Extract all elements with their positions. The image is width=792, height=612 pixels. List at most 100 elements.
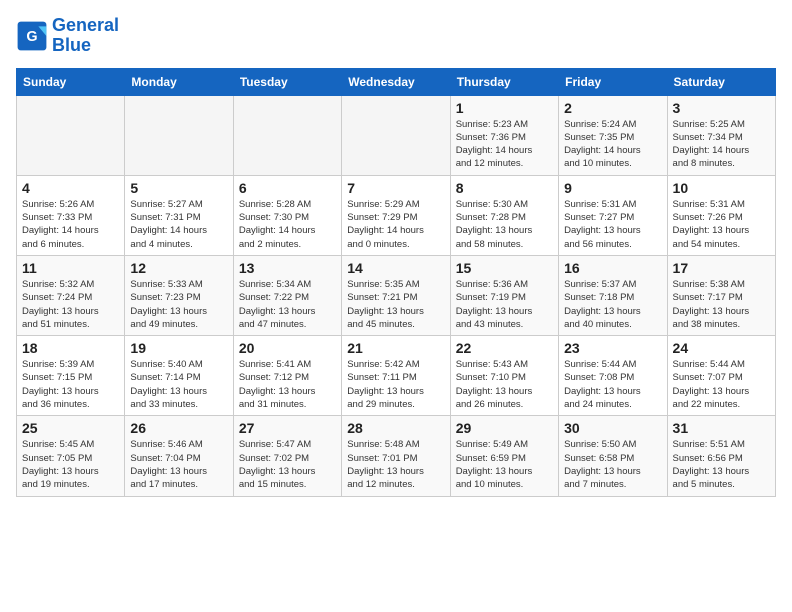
logo: G General Blue [16,16,119,56]
calendar-cell: 19 Sunrise: 5:40 AM Sunset: 7:14 PM Dayli… [125,336,233,416]
day-number: 4 [22,180,119,196]
header-sunday: Sunday [17,68,125,95]
day-number: 7 [347,180,444,196]
day-number: 20 [239,340,336,356]
calendar-cell: 18 Sunrise: 5:39 AM Sunset: 7:15 PM Dayli… [17,336,125,416]
day-number: 31 [673,420,770,436]
day-number: 30 [564,420,661,436]
header-saturday: Saturday [667,68,775,95]
day-info: Sunrise: 5:26 AM Sunset: 7:33 PM Dayligh… [22,198,119,251]
day-number: 12 [130,260,227,276]
calendar-cell: 13Sunrise: 5:34 AM Sunset: 7:22 PM Dayli… [233,255,341,335]
day-info: Sunrise: 5:46 AM Sunset: 7:04 PM Dayligh… [130,438,227,491]
day-number: 10 [673,180,770,196]
calendar-cell: 1 Sunrise: 5:23 AM Sunset: 7:36 PM Daylig… [450,95,558,175]
calendar-cell: 17 Sunrise: 5:38 AM Sunset: 7:17 PM Dayli… [667,255,775,335]
day-number: 17 [673,260,770,276]
calendar-week-row: 4 Sunrise: 5:26 AM Sunset: 7:33 PM Daylig… [17,175,776,255]
calendar-cell [17,95,125,175]
header-tuesday: Tuesday [233,68,341,95]
day-info: Sunrise: 5:47 AM Sunset: 7:02 PM Dayligh… [239,438,336,491]
day-info: Sunrise: 5:28 AM Sunset: 7:30 PM Dayligh… [239,198,336,251]
calendar-cell: 29Sunrise: 5:49 AM Sunset: 6:59 PM Dayli… [450,416,558,496]
day-info: Sunrise: 5:29 AM Sunset: 7:29 PM Dayligh… [347,198,444,251]
day-info: Sunrise: 5:34 AM Sunset: 7:22 PM Dayligh… [239,278,336,331]
day-number: 11 [22,260,119,276]
day-info: Sunrise: 5:23 AM Sunset: 7:36 PM Dayligh… [456,118,553,171]
header-wednesday: Wednesday [342,68,450,95]
calendar-cell: 16 Sunrise: 5:37 AM Sunset: 7:18 PM Dayli… [559,255,667,335]
day-info: Sunrise: 5:50 AM Sunset: 6:58 PM Dayligh… [564,438,661,491]
logo-text: General Blue [52,16,119,56]
calendar-cell [233,95,341,175]
calendar-cell: 27 Sunrise: 5:47 AM Sunset: 7:02 PM Dayli… [233,416,341,496]
day-info: Sunrise: 5:24 AM Sunset: 7:35 PM Dayligh… [564,118,661,171]
calendar-cell: 22 Sunrise: 5:43 AM Sunset: 7:10 PM Dayli… [450,336,558,416]
day-info: Sunrise: 5:31 AM Sunset: 7:26 PM Dayligh… [673,198,770,251]
calendar-cell: 30 Sunrise: 5:50 AM Sunset: 6:58 PM Dayli… [559,416,667,496]
day-info: Sunrise: 5:51 AM Sunset: 6:56 PM Dayligh… [673,438,770,491]
day-number: 22 [456,340,553,356]
calendar-cell [125,95,233,175]
logo-icon: G [16,20,48,52]
calendar-cell: 20Sunrise: 5:41 AM Sunset: 7:12 PM Dayli… [233,336,341,416]
calendar-cell: 21 Sunrise: 5:42 AM Sunset: 7:11 PM Dayli… [342,336,450,416]
day-number: 24 [673,340,770,356]
calendar-cell [342,95,450,175]
day-info: Sunrise: 5:36 AM Sunset: 7:19 PM Dayligh… [456,278,553,331]
day-info: Sunrise: 5:25 AM Sunset: 7:34 PM Dayligh… [673,118,770,171]
day-info: Sunrise: 5:44 AM Sunset: 7:08 PM Dayligh… [564,358,661,411]
day-number: 28 [347,420,444,436]
day-number: 19 [130,340,227,356]
header-monday: Monday [125,68,233,95]
day-info: Sunrise: 5:37 AM Sunset: 7:18 PM Dayligh… [564,278,661,331]
day-info: Sunrise: 5:43 AM Sunset: 7:10 PM Dayligh… [456,358,553,411]
day-number: 21 [347,340,444,356]
day-number: 16 [564,260,661,276]
calendar-cell: 3Sunrise: 5:25 AM Sunset: 7:34 PM Daylig… [667,95,775,175]
calendar-week-row: 1 Sunrise: 5:23 AM Sunset: 7:36 PM Daylig… [17,95,776,175]
day-info: Sunrise: 5:33 AM Sunset: 7:23 PM Dayligh… [130,278,227,331]
calendar-cell: 26 Sunrise: 5:46 AM Sunset: 7:04 PM Dayli… [125,416,233,496]
day-number: 29 [456,420,553,436]
day-info: Sunrise: 5:32 AM Sunset: 7:24 PM Dayligh… [22,278,119,331]
day-number: 26 [130,420,227,436]
day-info: Sunrise: 5:39 AM Sunset: 7:15 PM Dayligh… [22,358,119,411]
day-info: Sunrise: 5:45 AM Sunset: 7:05 PM Dayligh… [22,438,119,491]
day-number: 5 [130,180,227,196]
header-friday: Friday [559,68,667,95]
day-number: 18 [22,340,119,356]
day-info: Sunrise: 5:48 AM Sunset: 7:01 PM Dayligh… [347,438,444,491]
calendar-cell: 8Sunrise: 5:30 AM Sunset: 7:28 PM Daylig… [450,175,558,255]
day-info: Sunrise: 5:44 AM Sunset: 7:07 PM Dayligh… [673,358,770,411]
day-number: 23 [564,340,661,356]
calendar-week-row: 25 Sunrise: 5:45 AM Sunset: 7:05 PM Dayli… [17,416,776,496]
day-number: 27 [239,420,336,436]
calendar-cell: 11 Sunrise: 5:32 AM Sunset: 7:24 PM Dayli… [17,255,125,335]
day-info: Sunrise: 5:38 AM Sunset: 7:17 PM Dayligh… [673,278,770,331]
calendar-cell: 9Sunrise: 5:31 AM Sunset: 7:27 PM Daylig… [559,175,667,255]
header-thursday: Thursday [450,68,558,95]
day-info: Sunrise: 5:31 AM Sunset: 7:27 PM Dayligh… [564,198,661,251]
day-info: Sunrise: 5:42 AM Sunset: 7:11 PM Dayligh… [347,358,444,411]
day-number: 15 [456,260,553,276]
calendar-cell: 12 Sunrise: 5:33 AM Sunset: 7:23 PM Dayli… [125,255,233,335]
calendar-cell: 2 Sunrise: 5:24 AM Sunset: 7:35 PM Daylig… [559,95,667,175]
calendar-cell: 25 Sunrise: 5:45 AM Sunset: 7:05 PM Dayli… [17,416,125,496]
day-info: Sunrise: 5:27 AM Sunset: 7:31 PM Dayligh… [130,198,227,251]
day-number: 25 [22,420,119,436]
day-info: Sunrise: 5:40 AM Sunset: 7:14 PM Dayligh… [130,358,227,411]
day-number: 1 [456,100,553,116]
calendar-cell: 15 Sunrise: 5:36 AM Sunset: 7:19 PM Dayli… [450,255,558,335]
day-number: 8 [456,180,553,196]
calendar-table: SundayMondayTuesdayWednesdayThursdayFrid… [16,68,776,497]
calendar-cell: 6 Sunrise: 5:28 AM Sunset: 7:30 PM Daylig… [233,175,341,255]
day-number: 6 [239,180,336,196]
calendar-cell: 7 Sunrise: 5:29 AM Sunset: 7:29 PM Daylig… [342,175,450,255]
calendar-cell: 23 Sunrise: 5:44 AM Sunset: 7:08 PM Dayli… [559,336,667,416]
calendar-cell: 31 Sunrise: 5:51 AM Sunset: 6:56 PM Dayli… [667,416,775,496]
calendar-week-row: 11 Sunrise: 5:32 AM Sunset: 7:24 PM Dayli… [17,255,776,335]
calendar-cell: 28 Sunrise: 5:48 AM Sunset: 7:01 PM Dayli… [342,416,450,496]
day-info: Sunrise: 5:35 AM Sunset: 7:21 PM Dayligh… [347,278,444,331]
day-number: 2 [564,100,661,116]
